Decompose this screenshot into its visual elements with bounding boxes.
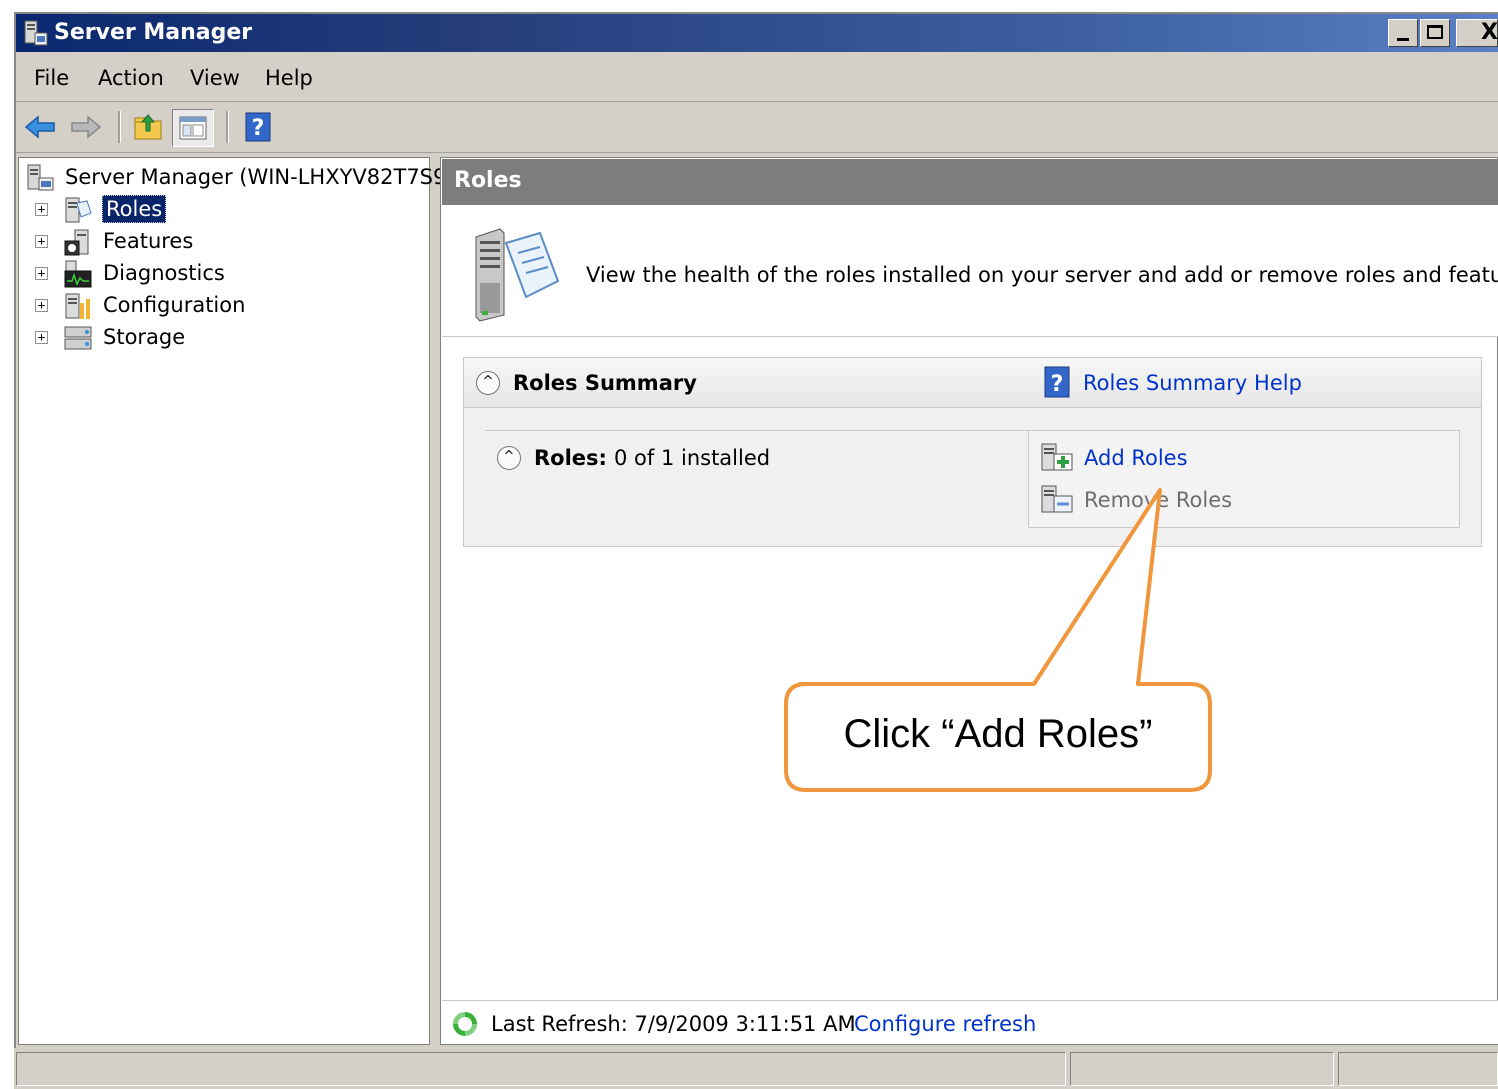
- toolbar-separator: [226, 111, 229, 143]
- expand-icon[interactable]: +: [35, 203, 48, 216]
- roles-count-label: Roles:: [534, 446, 607, 470]
- add-roles-button[interactable]: Add Roles: [1040, 442, 1240, 476]
- menu-action[interactable]: Action: [98, 66, 164, 90]
- callout-text: Click “Add Roles”: [843, 712, 1153, 756]
- show-hide-tree-icon: [179, 116, 207, 140]
- menu-bar: File Action View Help: [16, 52, 1498, 102]
- help-icon: ?: [1044, 366, 1070, 398]
- tree-item-label: Diagnostics: [103, 261, 225, 285]
- expand-icon[interactable]: +: [35, 299, 48, 312]
- configuration-icon: [65, 293, 90, 319]
- status-cell: [1338, 1052, 1498, 1086]
- svg-text:?: ?: [252, 116, 265, 141]
- server-manager-icon: [27, 164, 54, 191]
- status-cell: [16, 1052, 1066, 1086]
- close-icon: X: [1481, 20, 1498, 45]
- roles-summary-title: Roles Summary: [513, 371, 697, 395]
- storage-icon: [64, 326, 92, 350]
- remove-roles-icon: [1041, 485, 1073, 513]
- page-title-bar: Roles: [442, 159, 1498, 205]
- roles-summary-help-link[interactable]: Roles Summary Help: [1083, 371, 1302, 395]
- tree-root-label: Server Manager (WIN-LHXYV82T7S9): [65, 165, 455, 189]
- minimize-icon: [1397, 38, 1409, 41]
- status-bar: [14, 1048, 1498, 1089]
- diagnostics-icon: [64, 260, 92, 288]
- toolbar: ?: [16, 103, 1498, 153]
- page-description: View the health of the roles installed o…: [586, 263, 1498, 287]
- features-icon: [64, 229, 89, 256]
- roles-count-value: 0 of 1 installed: [614, 446, 771, 470]
- refresh-bar: Last Refresh: 7/9/2009 3:11:51 AM Config…: [442, 1000, 1498, 1044]
- menu-view[interactable]: View: [190, 66, 240, 90]
- console-tree-pane[interactable]: Server Manager (WIN-LHXYV82T7S9) + Roles…: [18, 157, 455, 1045]
- back-arrow-icon[interactable]: [24, 111, 56, 143]
- remove-roles-link[interactable]: Remove Roles: [1084, 488, 1232, 512]
- server-manager-app-icon: [24, 20, 48, 46]
- description-band: View the health of the roles installed o…: [442, 205, 1498, 337]
- divider: [485, 430, 1028, 431]
- maximize-icon: [1427, 25, 1443, 39]
- menu-help[interactable]: Help: [265, 66, 313, 90]
- expand-icon[interactable]: +: [35, 235, 48, 248]
- tree-item-label: Storage: [103, 325, 186, 349]
- minimize-button[interactable]: [1388, 19, 1418, 47]
- collapse-icon[interactable]: ^: [476, 371, 500, 395]
- expand-icon[interactable]: +: [35, 267, 48, 280]
- expand-icon[interactable]: +: [35, 331, 48, 344]
- last-refresh-text: Last Refresh: 7/9/2009 3:11:51 AM: [491, 1012, 856, 1036]
- window-title: Server Manager: [54, 20, 253, 45]
- roles-icon: [65, 197, 92, 223]
- collapse-icon[interactable]: ^: [497, 446, 521, 470]
- help-icon[interactable]: ?: [242, 111, 274, 143]
- toolbar-separator: [118, 111, 121, 143]
- menu-file[interactable]: File: [34, 66, 69, 90]
- tree-item-label: Features: [103, 229, 194, 253]
- refresh-icon: [453, 1012, 477, 1036]
- up-folder-icon[interactable]: [132, 111, 164, 143]
- roles-server-icon: [475, 228, 560, 322]
- configure-refresh-link[interactable]: Configure refresh: [854, 1012, 1036, 1036]
- maximize-button[interactable]: [1420, 19, 1450, 47]
- status-cell: [1070, 1052, 1334, 1086]
- remove-roles-button[interactable]: Remove Roles: [1040, 484, 1240, 518]
- show-hide-tree-button[interactable]: [172, 109, 214, 147]
- roles-summary-header: ^ Roles Summary ? Roles Summary Help: [464, 358, 1481, 408]
- add-roles-link[interactable]: Add Roles: [1084, 446, 1188, 470]
- title-bar[interactable]: Server Manager X: [16, 14, 1498, 52]
- forward-arrow-icon[interactable]: [70, 111, 102, 143]
- tree-item-label: Configuration: [103, 293, 246, 317]
- add-roles-icon: [1041, 443, 1073, 471]
- close-button[interactable]: X: [1456, 19, 1498, 47]
- svg-text:?: ?: [1051, 372, 1064, 397]
- page-title: Roles: [454, 168, 522, 193]
- tree-item-label: Roles: [102, 195, 167, 223]
